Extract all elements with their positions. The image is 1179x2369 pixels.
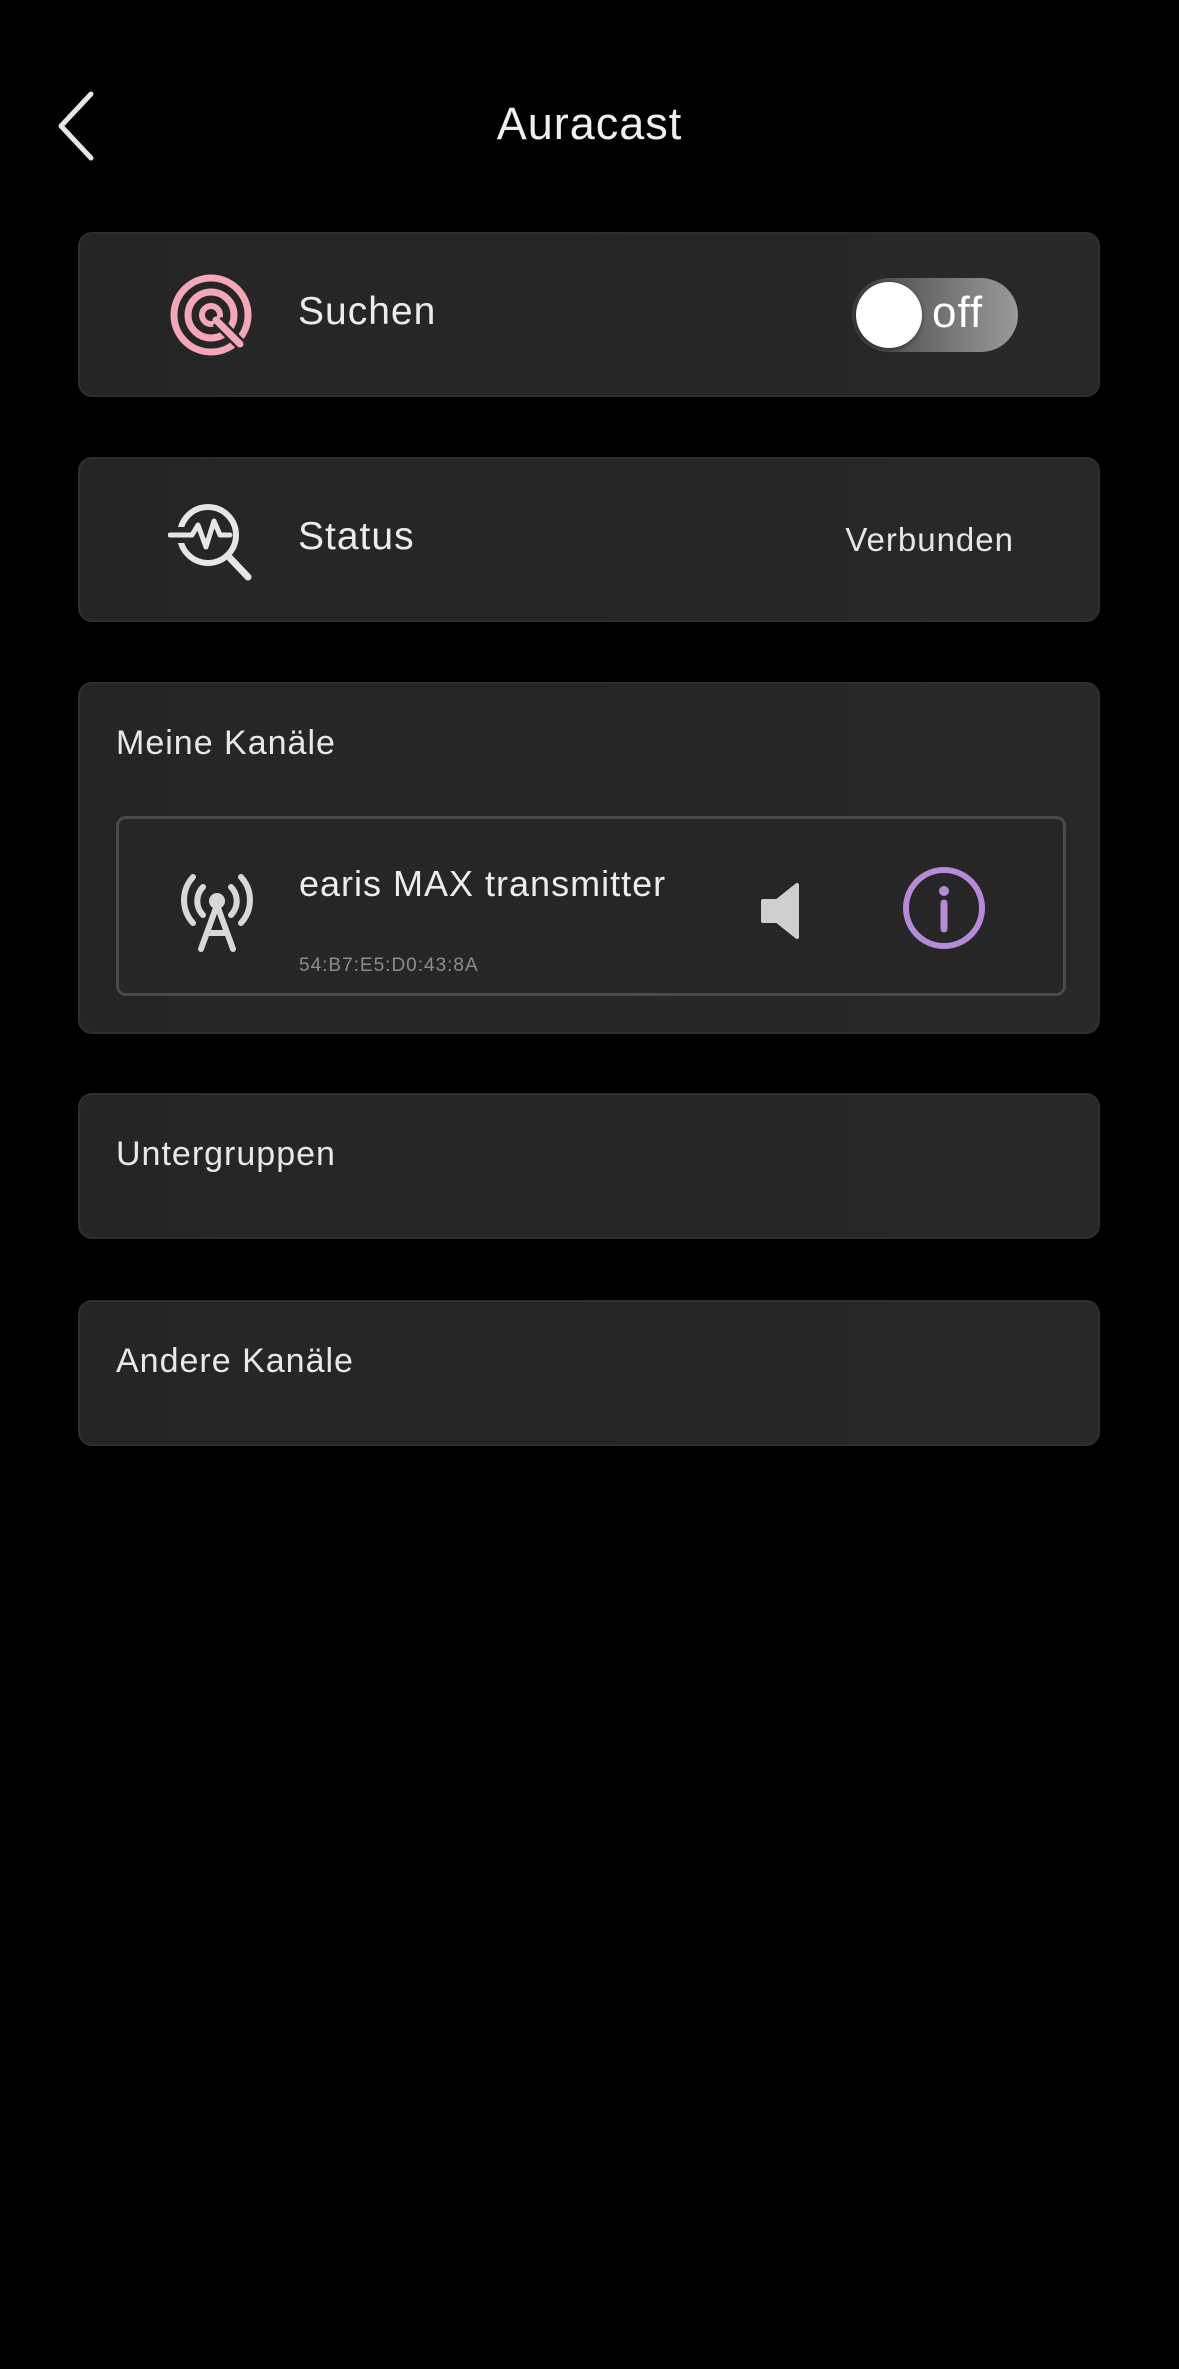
search-label: Suchen	[298, 290, 437, 333]
my-channels-title: Meine Kanäle	[116, 724, 336, 762]
page-title: Auracast	[496, 98, 683, 149]
channel-name: earis MAX transmitter	[299, 863, 667, 904]
channel-mac-address: 54:B7:E5:D0:43:8A	[299, 955, 479, 976]
channel-item[interactable]: earis MAX transmitter 54:B7:E5:D0:43:8A	[116, 816, 1066, 996]
info-icon[interactable]	[901, 865, 987, 951]
other-channels-title: Andere Kanäle	[116, 1342, 354, 1380]
toggle-knob	[856, 282, 922, 348]
radar-icon	[168, 272, 254, 358]
subgroups-card[interactable]: Untergruppen	[78, 1093, 1100, 1239]
subgroups-title: Untergruppen	[116, 1135, 336, 1173]
header: Auracast	[0, 0, 1179, 200]
broadcast-tower-icon	[181, 874, 253, 952]
activity-search-icon	[168, 497, 254, 583]
my-channels-card: Meine Kanäle earis MAX transmitter 54:B7…	[78, 682, 1100, 1034]
search-card: Suchen off	[78, 232, 1100, 397]
search-toggle[interactable]: off	[852, 278, 1018, 352]
status-value: Verbunden	[845, 521, 1014, 558]
status-label: Status	[298, 515, 415, 558]
other-channels-card[interactable]: Andere Kanäle	[78, 1300, 1100, 1446]
toggle-state-label: off	[932, 288, 984, 337]
speaker-icon[interactable]	[759, 881, 815, 941]
status-card: Status Verbunden	[78, 457, 1100, 622]
